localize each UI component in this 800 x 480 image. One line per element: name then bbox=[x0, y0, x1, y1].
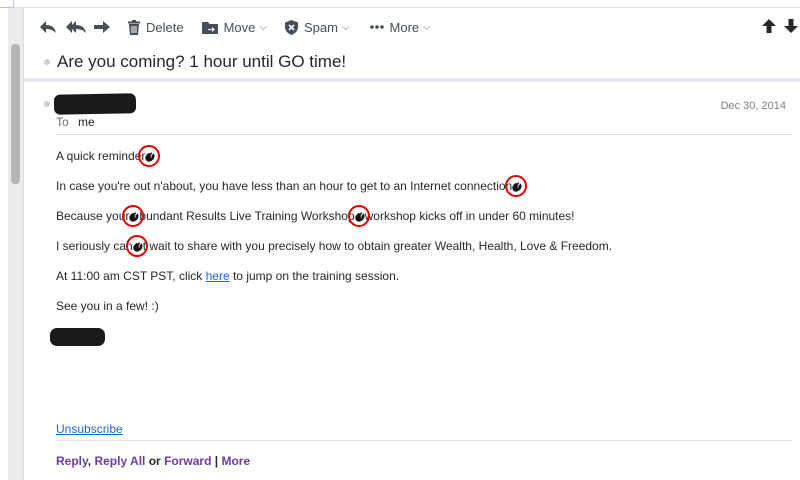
highlight-ring bbox=[125, 234, 148, 257]
highlight-ring bbox=[347, 204, 370, 227]
folder-icon bbox=[201, 21, 218, 34]
sender-dot-icon bbox=[44, 101, 50, 107]
message-date: Dec 30, 2014 bbox=[720, 100, 786, 112]
body-text: At 11:00 am CST PST, click bbox=[56, 269, 206, 283]
previous-message-button[interactable] bbox=[762, 8, 776, 46]
highlight-ring bbox=[138, 144, 161, 167]
divider-text: | bbox=[214, 454, 219, 468]
invalid-character-icon bbox=[125, 234, 148, 257]
body-text: A quick reminder bbox=[56, 149, 146, 163]
reply-link[interactable]: Reply bbox=[56, 454, 88, 468]
body-text: to jump on the training session. bbox=[229, 269, 400, 283]
training-session-link[interactable]: here bbox=[206, 269, 230, 283]
window-corner bbox=[0, 0, 14, 8]
spam-label: Spam bbox=[303, 19, 338, 35]
ellipsis-icon bbox=[369, 25, 384, 29]
arrow-down-icon bbox=[784, 18, 798, 36]
chevron-down-icon: ⌵ bbox=[341, 21, 350, 33]
signature-redacted bbox=[50, 328, 105, 346]
chevron-down-icon: ⌵ bbox=[423, 21, 431, 33]
more-link[interactable]: More bbox=[221, 454, 250, 468]
invalid-character-icon bbox=[505, 174, 528, 197]
email-subject: Are you coming? 1 hour until GO time! bbox=[57, 52, 347, 71]
to-label: To bbox=[56, 115, 69, 129]
recipient-name[interactable]: me bbox=[78, 115, 95, 129]
body-text: In case you're out n'about, you have les… bbox=[56, 179, 513, 193]
forward-button[interactable] bbox=[94, 8, 110, 46]
more-label: More bbox=[389, 19, 420, 35]
reply-button[interactable] bbox=[40, 8, 56, 46]
body-line: I seriously can t wait to share with you … bbox=[56, 234, 613, 257]
header-divider bbox=[56, 134, 792, 135]
highlight-ring bbox=[122, 204, 145, 227]
move-button[interactable]: Move ⌵ bbox=[201, 8, 267, 46]
body-text: Because your bbox=[56, 209, 130, 223]
reply-all-button[interactable] bbox=[66, 8, 86, 46]
recipient-line: To me bbox=[56, 115, 95, 129]
forward-link[interactable]: Forward bbox=[164, 454, 211, 468]
delete-label: Delete bbox=[146, 19, 184, 35]
message-toolbar: Delete Move ⌵ Spam ⌵ More ⌵ bbox=[24, 8, 800, 46]
next-message-button[interactable] bbox=[784, 8, 798, 46]
footer-divider bbox=[56, 440, 792, 441]
body-text: bundant Results Live Training Workshop bbox=[139, 209, 355, 223]
scrollbar-thumb[interactable] bbox=[11, 44, 20, 184]
invalid-character-icon bbox=[347, 204, 370, 227]
reply-all-icon bbox=[66, 20, 86, 34]
chevron-down-icon: ⌵ bbox=[259, 21, 267, 33]
subject-bar: Are you coming? 1 hour until GO time! bbox=[24, 46, 800, 82]
delete-button[interactable]: Delete bbox=[128, 8, 184, 46]
or-text: or bbox=[148, 454, 161, 468]
arrow-up-icon bbox=[762, 18, 776, 36]
body-text: I seriously can bbox=[56, 239, 133, 253]
move-label: Move bbox=[223, 19, 256, 35]
subject-dot-icon bbox=[44, 59, 50, 65]
highlight-ring bbox=[505, 174, 528, 197]
message-header: Dec 30, 2014 To me bbox=[24, 86, 800, 134]
trash-icon bbox=[128, 19, 140, 35]
body-line: At 11:00 am CST PST, click here to jump … bbox=[56, 269, 399, 283]
unsubscribe-link[interactable]: Unsubscribe bbox=[56, 422, 123, 436]
body-line: In case you're out n'about, you have les… bbox=[56, 174, 528, 197]
invalid-character-icon bbox=[122, 204, 145, 227]
reply-all-link[interactable]: Reply All bbox=[94, 454, 145, 468]
forward-icon bbox=[94, 20, 110, 34]
body-line: Because your bundant Results Live Trainin… bbox=[56, 204, 575, 227]
body-text: workshop kicks off in under 60 minutes! bbox=[364, 209, 575, 223]
scrollbar[interactable] bbox=[8, 8, 24, 480]
sender-name-redacted[interactable] bbox=[53, 93, 137, 115]
shield-icon bbox=[284, 19, 298, 35]
invalid-character-icon bbox=[138, 144, 161, 167]
message-nav bbox=[762, 8, 798, 46]
reply-icon bbox=[40, 20, 56, 34]
body-line: A quick reminder bbox=[56, 144, 161, 167]
spam-button[interactable]: Spam ⌵ bbox=[284, 8, 350, 46]
more-button[interactable]: More ⌵ bbox=[369, 8, 431, 46]
body-text: t wait to share with you precisely how t… bbox=[142, 239, 613, 253]
body-text: See you in a few! :) bbox=[56, 299, 159, 313]
window-top-strip bbox=[0, 0, 800, 8]
body-line: See you in a few! :) bbox=[56, 299, 159, 313]
quick-actions: Reply, Reply All or Forward | More bbox=[56, 454, 250, 468]
